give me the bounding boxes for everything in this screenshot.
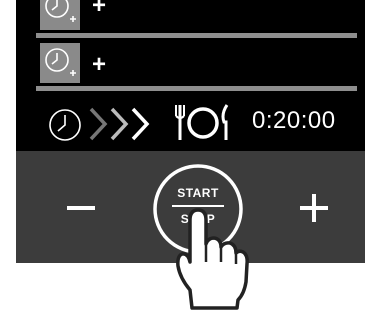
add-timer-2-button[interactable]: + (92, 53, 106, 77)
minus-icon (67, 206, 95, 210)
timer-row-1[interactable]: + (36, 0, 357, 33)
clock-icon (49, 109, 81, 141)
chevrons-right-icon (89, 107, 150, 141)
decrease-button[interactable] (64, 188, 98, 228)
cooking-status-row: 0:20:00 (36, 98, 357, 148)
plate-cutlery-icon (175, 104, 229, 140)
start-label: START (177, 186, 219, 200)
timer-icon (40, 0, 80, 30)
plus-icon (300, 194, 328, 222)
row-divider (36, 33, 357, 38)
timer-row-2[interactable]: + (36, 40, 357, 83)
remaining-time-display: 0:20:00 (252, 107, 336, 134)
add-timer-1-button[interactable]: + (92, 0, 106, 18)
pointing-hand-icon (176, 208, 249, 310)
row-divider (36, 86, 357, 91)
timer-icon (40, 43, 80, 83)
increase-button[interactable] (296, 186, 332, 230)
